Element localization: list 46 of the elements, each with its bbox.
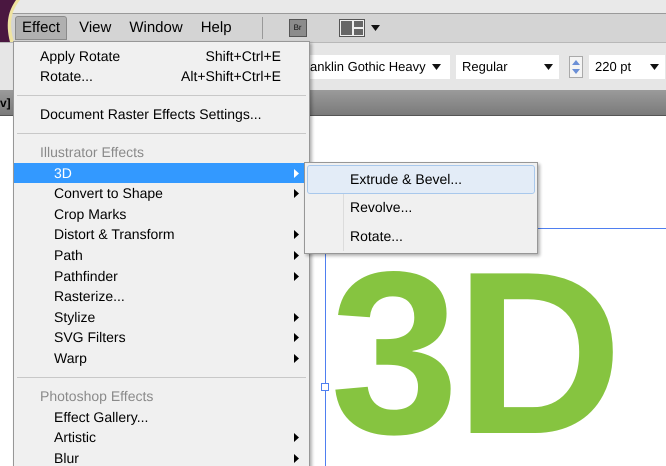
submenu-arrow-icon [294,272,299,281]
submenu-arrow-icon [294,230,299,240]
menu-bar-item[interactable]: Help [194,16,238,40]
menu-bar-item[interactable]: Effect [15,16,68,40]
menu-item[interactable]: Rotate... [307,222,535,250]
menu-item[interactable]: Stylize [14,306,309,328]
menu-section-header: Illustrator Effects [39,142,146,162]
menu-item[interactable]: Apply Rotate Shift+Ctrl+E [14,46,309,67]
menu-item[interactable]: Path [14,245,309,266]
dropdown-caret-icon [370,25,380,31]
layout-icon[interactable] [338,19,365,37]
dropdown-caret-icon [650,64,659,70]
menu-section-header: Photoshop Effects [39,386,154,406]
menu-item[interactable]: Pathfinder [14,266,309,286]
bridge-button[interactable]: Br [288,19,307,37]
menu-item[interactable]: Convert to Shape [14,183,309,204]
submenu-arrow-icon [294,189,299,198]
submenu-arrow-icon [294,250,299,260]
submenu-arrow-icon [294,354,299,363]
menu-item[interactable]: Extrude & Bevel... [307,165,535,194]
anchor-handle[interactable] [321,383,329,391]
font-style-dropdown[interactable]: Regular [456,54,559,78]
submenu-arrow-icon [294,454,299,463]
document-tab[interactable]: v] [0,94,11,112]
menu-item[interactable]: Distort & Transform [14,224,309,246]
font-size-dropdown[interactable]: 220 pt [589,54,665,78]
menu-item[interactable]: Artistic [14,427,309,448]
menu-item[interactable]: Rotate... Alt+Shift+Ctrl+E [14,66,309,88]
swirl-drawing [0,0,20,42]
menu-item[interactable]: Effect Gallery... [14,406,309,428]
submenu-arrow-icon [294,333,299,342]
submenu-arrow-icon [294,168,299,178]
submenu-arrow-icon [294,433,299,442]
submenu-arrow-icon [294,312,299,322]
dropdown-caret-icon [544,64,553,70]
menu-item[interactable]: Document Raster Effects Settings... [14,104,309,125]
menu-item[interactable]: Revolve... [307,194,535,222]
menu-item[interactable]: Blur [14,448,309,466]
menu-bar-item[interactable]: Window [123,16,189,40]
menu-item[interactable]: Rasterize... [14,286,309,307]
spinner-icon[interactable] [569,56,583,78]
font-family-dropdown[interactable]: anklin Gothic Heavy [310,54,450,78]
menu-item[interactable]: SVG Filters [14,328,309,348]
menu-bar-item[interactable]: View [73,16,118,40]
menu-item[interactable]: Warp [14,348,309,369]
dropdown-caret-icon [432,64,441,70]
